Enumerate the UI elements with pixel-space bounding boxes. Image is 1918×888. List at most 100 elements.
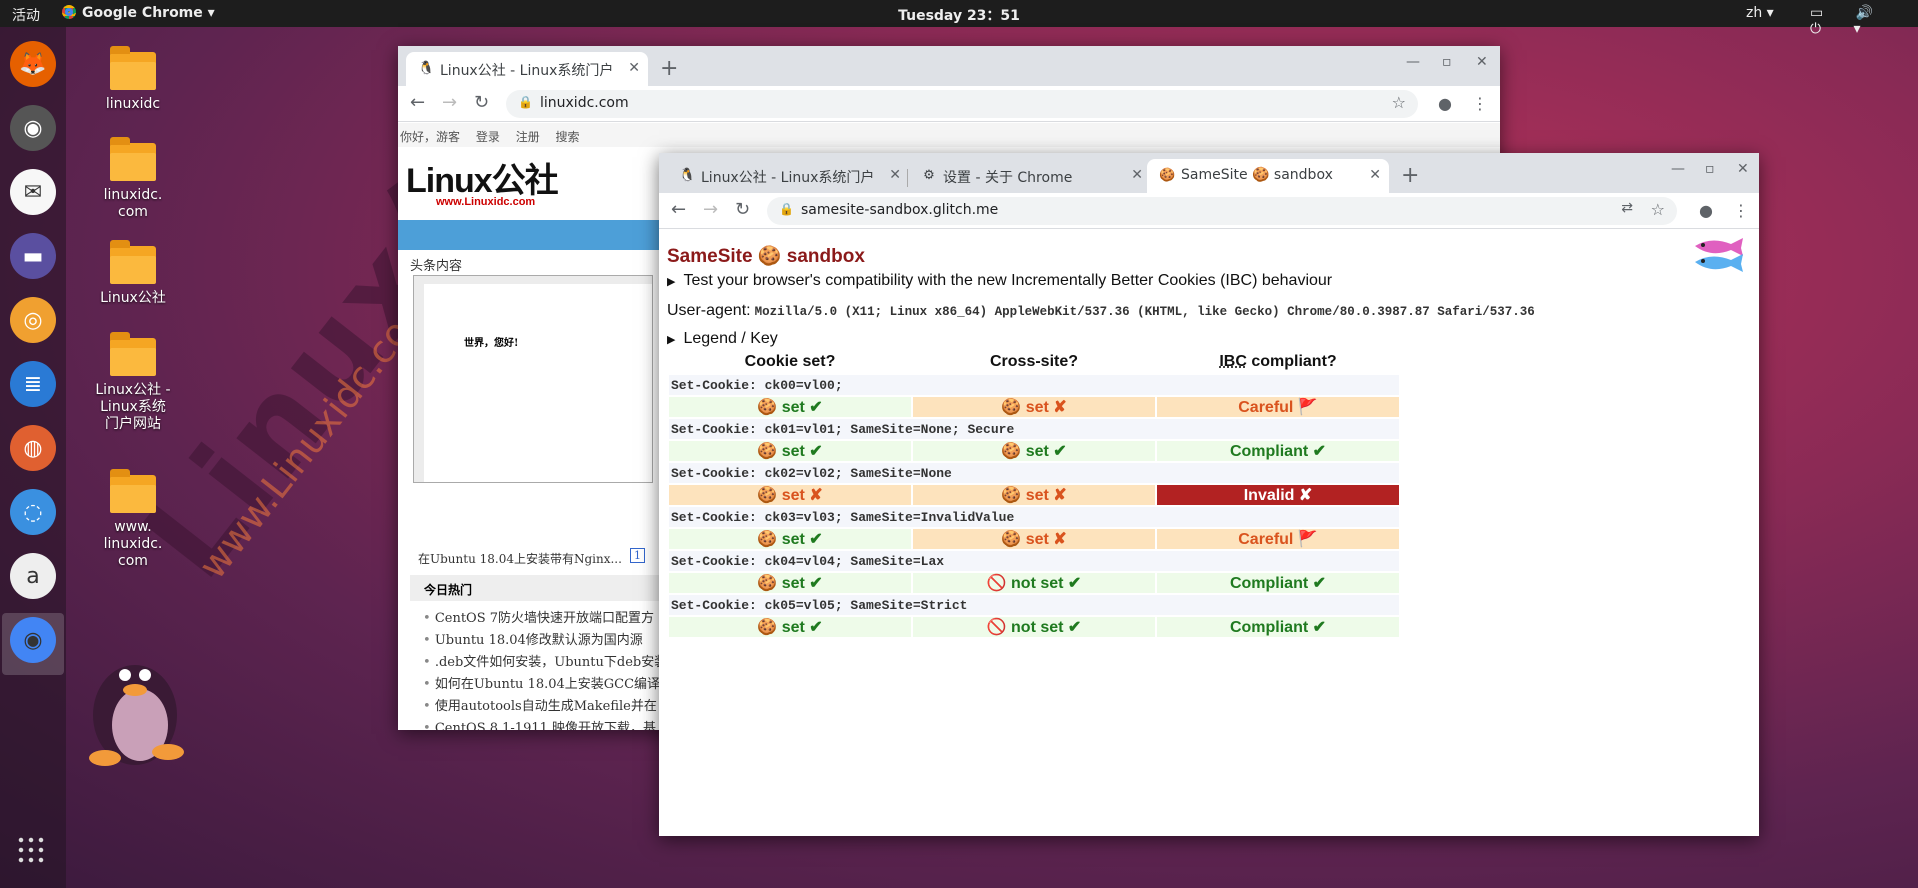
gear-icon: ⚙ <box>923 168 935 183</box>
login-link[interactable]: 登录 <box>476 130 500 144</box>
cookie-header-row: Set-Cookie: ck03=vl03; SameSite=InvalidV… <box>669 507 1399 527</box>
close-icon[interactable]: ✕ <box>1131 167 1143 183</box>
menu-icon[interactable]: ⋮ <box>1472 94 1488 113</box>
desktop-item-label: www. linuxidc. com <box>103 519 163 569</box>
desktop-item[interactable]: Linux公社 - Linux系统 门户网站 <box>88 332 178 433</box>
close-icon[interactable]: ✕ <box>628 60 640 76</box>
toolbar: ← → ↻ 🔒 linuxidc.com ☆ ● ⋮ <box>398 86 1500 122</box>
register-link[interactable]: 注册 <box>516 130 540 144</box>
menu-icon[interactable]: ⋮ <box>1733 201 1749 220</box>
back-button[interactable]: ← <box>671 199 686 220</box>
dock: 🦊 ◉ ✉ ▬ ◎ ≣ ◍ ◌ a ◉ <box>0 27 66 888</box>
new-tab-button[interactable]: + <box>1401 163 1419 188</box>
language-indicator[interactable]: zh ▾ <box>1746 5 1774 21</box>
desktop-item[interactable]: www. linuxidc. com <box>88 469 178 570</box>
triangle-right-icon: ▶ <box>667 276 676 288</box>
set-cookie-string: Set-Cookie: ck05=vl05; SameSite=Strict <box>669 595 1399 615</box>
profile-icon[interactable]: ● <box>1438 94 1452 113</box>
cookie-set-cell: 🍪 set ✔ <box>669 573 911 593</box>
hot-list-item[interactable]: .deb文件如何安装，Ubuntu下deb安装 <box>423 651 673 673</box>
bookmark-star-icon[interactable]: ☆ <box>1651 200 1665 219</box>
hot-list-item[interactable]: CentOS 8.1-1911 映像开放下载，基 <box>423 717 673 730</box>
dock-mail-icon[interactable]: ✉ <box>10 169 56 215</box>
show-applications-icon[interactable] <box>16 835 46 865</box>
ibc-compliant-cell: Compliant ✔ <box>1157 441 1399 461</box>
dock-files-icon[interactable]: ▬ <box>10 233 56 279</box>
dock-rhythmbox-icon[interactable]: ◎ <box>10 297 56 343</box>
minimize-button[interactable]: — <box>1671 161 1685 177</box>
dock-firefox-icon[interactable]: 🦊 <box>10 41 56 87</box>
dock-writer-icon[interactable]: ≣ <box>10 361 56 407</box>
desktop-item[interactable]: linuxidc <box>88 46 178 113</box>
cookie-header-row: Set-Cookie: ck05=vl05; SameSite=Strict <box>669 595 1399 615</box>
back-button[interactable]: ← <box>410 92 425 113</box>
search-link[interactable]: 搜索 <box>556 130 580 144</box>
dock-software-icon[interactable]: ◍ <box>10 425 56 471</box>
bookmark-star-icon[interactable]: ☆ <box>1392 93 1406 112</box>
minimize-button[interactable]: — <box>1406 54 1420 70</box>
pager-1[interactable]: 1 <box>630 548 645 563</box>
maximize-button[interactable]: ▫ <box>1705 161 1715 177</box>
tab-samesite[interactable]: 🍪 SameSite 🍪 sandbox ✕ <box>1147 159 1389 193</box>
system-tray[interactable]: ▭ 🔊 ⏻ ▾ <box>1810 5 1918 37</box>
browser-window-front: 🐧 Linux公社 - Linux系统门户 ✕ ⚙ 设置 - 关于 Chrome… <box>659 153 1759 836</box>
new-tab-button[interactable]: + <box>660 56 678 81</box>
close-window-button[interactable]: ✕ <box>1737 161 1749 177</box>
cookie-result-row: 🍪 set ✘ 🍪 set ✘ Invalid ✘ <box>669 485 1399 505</box>
user-agent-value: Mozilla/5.0 (X11; Linux x86_64) AppleWeb… <box>754 305 1535 319</box>
page-title: SameSite 🍪 sandbox <box>667 246 865 267</box>
tab-strip: 🐧 Linux公社 - Linux系统门户 ✕ ⚙ 设置 - 关于 Chrome… <box>659 153 1759 193</box>
address-bar[interactable]: 🔒 samesite-sandbox.glitch.me ⇄ ☆ <box>767 197 1677 225</box>
tab-title: Linux公社 - Linux系统门户 <box>701 170 875 186</box>
featured-caption[interactable]: 在Ubuntu 18.04上安装带有Nginx... <box>418 550 622 567</box>
dock-help-icon[interactable]: ◌ <box>10 489 56 535</box>
glitch-fish-icon[interactable] <box>1691 234 1747 274</box>
cookie-set-cell: 🍪 set ✔ <box>669 397 911 417</box>
tab-settings[interactable]: ⚙ 设置 - 关于 Chrome ✕ <box>909 159 1151 193</box>
dock-amazon-icon[interactable]: a <box>10 553 56 599</box>
details-summary-text: Test your browser's compatibility with t… <box>683 272 1333 289</box>
ibc-compliant-cell: Compliant ✔ <box>1157 573 1399 593</box>
address-bar[interactable]: 🔒 linuxidc.com ☆ <box>506 90 1418 118</box>
forward-button[interactable]: → <box>703 199 718 220</box>
app-menu-button[interactable]: Google Chrome ▾ <box>62 5 215 21</box>
hot-list-item[interactable]: CentOS 7防火墙快速开放端口配置方 <box>423 607 673 629</box>
cross-site-cell: 🍪 set ✘ <box>913 485 1155 505</box>
desktop-item[interactable]: linuxidc. com <box>88 137 178 221</box>
cookie-icon: 🍪 <box>1159 168 1176 183</box>
dock-camera-icon[interactable]: ◉ <box>10 105 56 151</box>
set-cookie-string: Set-Cookie: ck04=vl04; SameSite=Lax <box>669 551 1399 571</box>
hot-list-item[interactable]: Ubuntu 18.04修改默认源为国内源 <box>423 629 673 651</box>
cross-site-cell: 🍪 set ✘ <box>913 397 1155 417</box>
close-icon[interactable]: ✕ <box>889 167 901 183</box>
forward-button[interactable]: → <box>442 92 457 113</box>
reload-button[interactable]: ↻ <box>735 199 750 220</box>
details-toggle-legend[interactable]: ▶ Legend / Key <box>667 330 778 348</box>
details-toggle-ibc[interactable]: ▶ Test your browser's compatibility with … <box>667 272 1332 290</box>
tab-linuxidc[interactable]: 🐧 Linux公社 - Linux系统门户 ✕ <box>406 52 648 86</box>
desktop-item-label: linuxidc. com <box>103 187 163 220</box>
featured-image[interactable]: 世界，您好! <box>413 275 653 483</box>
tab-separator <box>907 169 908 187</box>
hot-list-item[interactable]: 使用autotools自动生成Makefile并在 <box>423 695 673 717</box>
dock-chrome-icon[interactable]: ◉ <box>10 617 56 663</box>
ibc-compliant-cell: Careful 🚩 <box>1157 397 1399 417</box>
top-bar: 活动 Google Chrome ▾ Tuesday 23：51 zh ▾ ▭ … <box>0 0 1918 37</box>
translate-icon[interactable]: ⇄ <box>1621 200 1633 216</box>
close-window-button[interactable]: ✕ <box>1476 54 1488 70</box>
close-icon[interactable]: ✕ <box>1369 167 1381 183</box>
app-menu-label: Google Chrome ▾ <box>82 5 215 21</box>
hot-title: 今日热门 <box>410 575 670 601</box>
reload-button[interactable]: ↻ <box>474 92 489 113</box>
tab-title: SameSite 🍪 sandbox <box>1181 167 1333 183</box>
header-cookie-set: Cookie set? <box>744 353 836 370</box>
activities-button[interactable]: 活动 <box>12 5 40 25</box>
clock[interactable]: Tuesday 23：51 <box>898 5 1020 25</box>
profile-icon[interactable]: ● <box>1699 201 1713 220</box>
folder-icon <box>110 240 156 284</box>
hot-list-item[interactable]: 如何在Ubuntu 18.04上安装GCC编译器 <box>423 673 673 695</box>
maximize-button[interactable]: ▫ <box>1442 54 1452 70</box>
desktop-item[interactable]: Linux公社 <box>88 240 178 307</box>
tab-linuxidc[interactable]: 🐧 Linux公社 - Linux系统门户 ✕ <box>667 159 909 193</box>
site-logo[interactable]: Linux公社 www.Linuxidc.com <box>406 153 559 208</box>
